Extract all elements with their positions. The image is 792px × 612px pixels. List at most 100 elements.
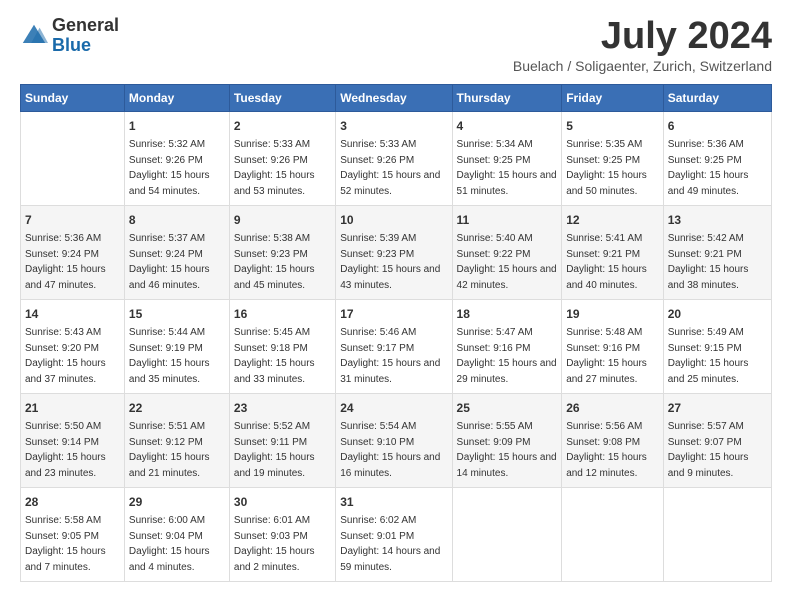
- calendar-cell: 20 Sunrise: 5:49 AM Sunset: 9:15 PM Dayligh…: [663, 299, 771, 393]
- cell-sunset: Sunset: 9:08 PM: [566, 437, 640, 448]
- weekday-header-tuesday: Tuesday: [229, 84, 335, 111]
- day-number: 7: [25, 211, 120, 229]
- calendar-cell: 9Sunrise: 5:38 AMSunset: 9:23 PMDaylight…: [229, 205, 335, 299]
- calendar-cell: 11Sunrise: 5:40 AMSunset: 9:22 PMDayligh…: [452, 205, 562, 299]
- cell-daylight: Daylight: 15 hours and 47 minutes.: [25, 264, 106, 291]
- day-number: 8: [129, 211, 225, 229]
- weekday-header-thursday: Thursday: [452, 84, 562, 111]
- cell-sunrise: Sunrise: 5:33 AM: [234, 139, 310, 150]
- calendar-cell: 12Sunrise: 5:41 AMSunset: 9:21 PMDayligh…: [562, 205, 664, 299]
- calendar-cell: 24Sunrise: 5:54 AMSunset: 9:10 PMDayligh…: [336, 393, 452, 487]
- cell-daylight: Daylight: 15 hours and 38 minutes.: [668, 264, 749, 291]
- cell-daylight: Daylight: 15 hours and 23 minutes.: [25, 452, 106, 479]
- cell-daylight: Daylight: 15 hours and 46 minutes.: [129, 264, 210, 291]
- cell-sunrise: Sunrise: 5:49 AM: [668, 327, 744, 338]
- cell-sunset: Sunset: 9:20 PM: [25, 343, 99, 354]
- calendar-cell: 6Sunrise: 5:36 AMSunset: 9:25 PMDaylight…: [663, 111, 771, 205]
- day-number: 26: [566, 399, 659, 417]
- calendar-cell: 19Sunrise: 5:48 AMSunset: 9:16 PMDayligh…: [562, 299, 664, 393]
- cell-sunset: Sunset: 9:21 PM: [668, 249, 742, 260]
- calendar-cell: 5Sunrise: 5:35 AMSunset: 9:25 PMDaylight…: [562, 111, 664, 205]
- cell-sunrise: Sunrise: 5:47 AM: [457, 327, 533, 338]
- day-number: 11: [457, 211, 558, 229]
- day-number: 17: [340, 305, 447, 323]
- weekday-header-friday: Friday: [562, 84, 664, 111]
- calendar-cell: 3Sunrise: 5:33 AMSunset: 9:26 PMDaylight…: [336, 111, 452, 205]
- cell-daylight: Daylight: 15 hours and 29 minutes.: [457, 358, 557, 385]
- calendar-cell: [562, 487, 664, 581]
- cell-daylight: Daylight: 15 hours and 35 minutes.: [129, 358, 210, 385]
- cell-daylight: Daylight: 15 hours and 40 minutes.: [566, 264, 647, 291]
- cell-sunset: Sunset: 9:23 PM: [234, 249, 308, 260]
- cell-sunset: Sunset: 9:03 PM: [234, 531, 308, 542]
- cell-daylight: Daylight: 15 hours and 12 minutes.: [566, 452, 647, 479]
- day-number: 30: [234, 493, 331, 511]
- logo-icon: [20, 22, 48, 50]
- cell-sunset: Sunset: 9:22 PM: [457, 249, 531, 260]
- calendar-cell: 17Sunrise: 5:46 AMSunset: 9:17 PMDayligh…: [336, 299, 452, 393]
- cell-sunrise: Sunrise: 5:32 AM: [129, 139, 205, 150]
- cell-daylight: Daylight: 15 hours and 31 minutes.: [340, 358, 440, 385]
- day-number: 31: [340, 493, 447, 511]
- day-number: 9: [234, 211, 331, 229]
- month-title: July 2024: [513, 16, 772, 58]
- day-number: 1: [129, 117, 225, 135]
- calendar-cell: 23Sunrise: 5:52 AMSunset: 9:11 PMDayligh…: [229, 393, 335, 487]
- cell-sunset: Sunset: 9:23 PM: [340, 249, 414, 260]
- cell-sunset: Sunset: 9:21 PM: [566, 249, 640, 260]
- day-number: 22: [129, 399, 225, 417]
- logo-general-text: General: [52, 16, 119, 36]
- calendar-cell: 18Sunrise: 5:47 AMSunset: 9:16 PMDayligh…: [452, 299, 562, 393]
- calendar-cell: [452, 487, 562, 581]
- day-number: 14: [25, 305, 120, 323]
- cell-daylight: Daylight: 15 hours and 42 minutes.: [457, 264, 557, 291]
- cell-sunset: Sunset: 9:07 PM: [668, 437, 742, 448]
- cell-sunset: Sunset: 9:01 PM: [340, 531, 414, 542]
- calendar-week-row: 21Sunrise: 5:50 AMSunset: 9:14 PMDayligh…: [21, 393, 772, 487]
- cell-sunrise: Sunrise: 5:58 AM: [25, 515, 101, 526]
- cell-sunrise: Sunrise: 5:55 AM: [457, 421, 533, 432]
- cell-daylight: Daylight: 15 hours and 52 minutes.: [340, 170, 440, 197]
- cell-sunset: Sunset: 9:19 PM: [129, 343, 203, 354]
- logo: General Blue: [20, 16, 119, 56]
- header: General Blue July 2024 Buelach / Soligae…: [20, 16, 772, 74]
- day-number: 23: [234, 399, 331, 417]
- cell-sunrise: Sunrise: 5:52 AM: [234, 421, 310, 432]
- day-number: 20: [668, 305, 767, 323]
- day-number: 15: [129, 305, 225, 323]
- calendar-cell: 10Sunrise: 5:39 AMSunset: 9:23 PMDayligh…: [336, 205, 452, 299]
- cell-sunrise: Sunrise: 5:45 AM: [234, 327, 310, 338]
- cell-daylight: Daylight: 15 hours and 53 minutes.: [234, 170, 315, 197]
- cell-daylight: Daylight: 15 hours and 7 minutes.: [25, 546, 106, 573]
- cell-sunrise: Sunrise: 6:00 AM: [129, 515, 205, 526]
- cell-sunset: Sunset: 9:25 PM: [668, 155, 742, 166]
- calendar-table: SundayMondayTuesdayWednesdayThursdayFrid…: [20, 84, 772, 582]
- cell-daylight: Daylight: 14 hours and 59 minutes.: [340, 546, 440, 573]
- cell-sunset: Sunset: 9:10 PM: [340, 437, 414, 448]
- calendar-cell: 21Sunrise: 5:50 AMSunset: 9:14 PMDayligh…: [21, 393, 125, 487]
- cell-sunrise: Sunrise: 5:33 AM: [340, 139, 416, 150]
- cell-daylight: Daylight: 15 hours and 9 minutes.: [668, 452, 749, 479]
- cell-sunrise: Sunrise: 5:35 AM: [566, 139, 642, 150]
- cell-daylight: Daylight: 15 hours and 16 minutes.: [340, 452, 440, 479]
- cell-daylight: Daylight: 15 hours and 43 minutes.: [340, 264, 440, 291]
- cell-daylight: Daylight: 15 hours and 25 minutes.: [668, 358, 749, 385]
- weekday-header-row: SundayMondayTuesdayWednesdayThursdayFrid…: [21, 84, 772, 111]
- day-number: 21: [25, 399, 120, 417]
- logo-blue-text: Blue: [52, 36, 119, 56]
- cell-sunrise: Sunrise: 5:34 AM: [457, 139, 533, 150]
- cell-sunrise: Sunrise: 5:39 AM: [340, 233, 416, 244]
- cell-sunset: Sunset: 9:14 PM: [25, 437, 99, 448]
- cell-sunset: Sunset: 9:17 PM: [340, 343, 414, 354]
- weekday-header-wednesday: Wednesday: [336, 84, 452, 111]
- day-number: 2: [234, 117, 331, 135]
- cell-sunset: Sunset: 9:05 PM: [25, 531, 99, 542]
- cell-daylight: Daylight: 15 hours and 33 minutes.: [234, 358, 315, 385]
- cell-sunrise: Sunrise: 5:54 AM: [340, 421, 416, 432]
- cell-sunset: Sunset: 9:24 PM: [25, 249, 99, 260]
- day-number: 16: [234, 305, 331, 323]
- day-number: 28: [25, 493, 120, 511]
- cell-sunrise: Sunrise: 5:48 AM: [566, 327, 642, 338]
- location-subtitle: Buelach / Soligaenter, Zurich, Switzerla…: [513, 58, 772, 74]
- cell-sunset: Sunset: 9:15 PM: [668, 343, 742, 354]
